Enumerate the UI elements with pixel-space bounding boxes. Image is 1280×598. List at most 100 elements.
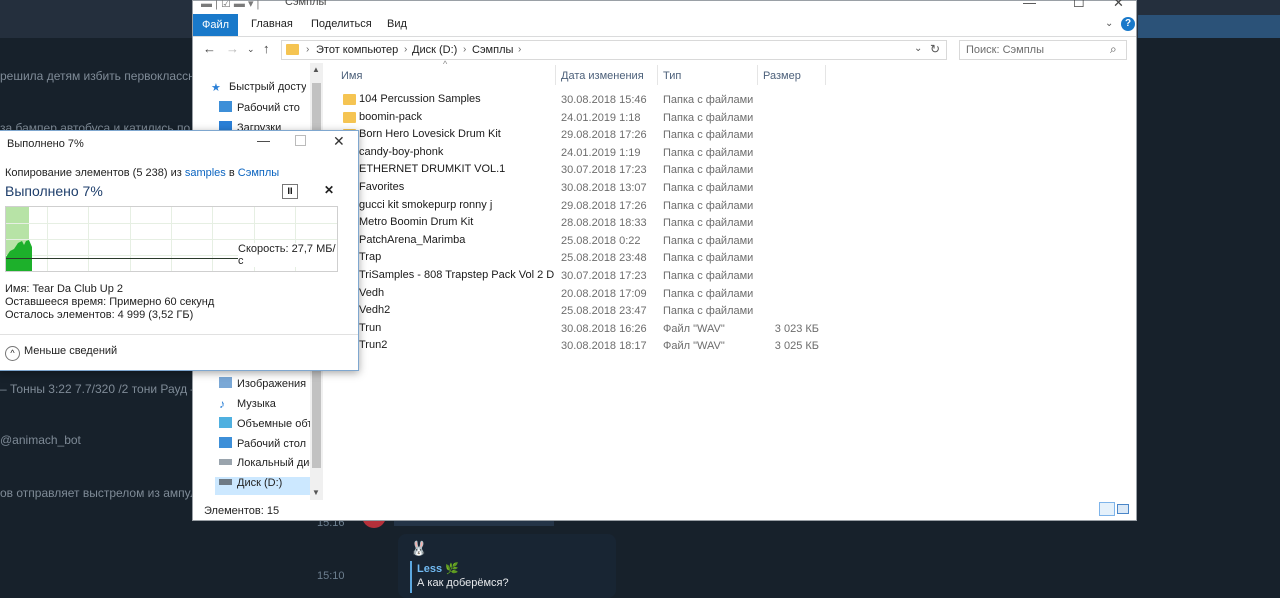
tab-file[interactable]: Файл <box>193 14 238 36</box>
time-remaining: Оставшееся время: Примерно 60 секунд <box>5 296 215 308</box>
file-row[interactable]: Trun2 30.08.2018 18:17 Файл "WAV" 3 025 КБ <box>341 337 831 355</box>
close-icon[interactable]: ✕ <box>333 133 345 150</box>
file-type: Папка с файлами <box>663 94 754 106</box>
chevron-up-icon: ^ <box>5 346 20 361</box>
nav-item-desktop-2[interactable]: Рабочий стол <box>219 437 314 455</box>
progress-heading: Выполнено 7% <box>5 183 103 199</box>
nav-item-music[interactable]: ♪ Музыка <box>219 397 314 415</box>
scroll-up-icon[interactable]: ▲ <box>312 65 320 74</box>
column-header-date[interactable]: Дата изменения <box>561 70 644 82</box>
quick-access-toolbar-icon[interactable]: ▬ | ☑ ▬ ▾ | <box>201 0 259 10</box>
column-divider[interactable] <box>825 65 826 85</box>
minimize-icon[interactable]: — <box>1023 0 1036 10</box>
chat-snippet[interactable]: – Тонны 3:22 7.7/320 /2 тони Рауд – Д <box>0 382 209 396</box>
nav-item-desktop[interactable]: Рабочий сто <box>219 101 314 119</box>
file-name: gucci kit smokepurp ronny j <box>359 198 493 211</box>
scroll-down-icon[interactable]: ▼ <box>312 488 320 497</box>
file-row[interactable]: ETHERNET DRUMKIT VOL.1 30.07.2018 17:23 Па… <box>341 161 831 179</box>
file-row[interactable]: Metro Boomin Drum Kit 28.08.2018 18:33 Пап… <box>341 214 831 232</box>
nav-item-3d-objects[interactable]: Объемные объ <box>219 417 314 435</box>
details-view-icon[interactable] <box>1099 502 1115 516</box>
file-row[interactable]: Trun 30.08.2018 16:26 Файл "WAV" 3 023 КБ <box>341 320 831 338</box>
breadcrumb-disk-d[interactable]: Диск (D:) <box>412 44 457 56</box>
recent-locations-chevron-icon[interactable]: ⌄ <box>247 44 255 55</box>
nav-item-disk-d[interactable]: Диск (D:) <box>215 477 310 495</box>
cancel-icon[interactable]: ✕ <box>324 183 334 197</box>
copy-mid: в <box>225 167 238 179</box>
destination-link[interactable]: Сэмплы <box>238 167 279 179</box>
pause-button[interactable]: II <box>282 184 298 199</box>
file-row[interactable]: candy-boy-phonk 24.01.2019 1:19 Папка с фа… <box>341 144 831 162</box>
file-date: 29.08.2018 17:26 <box>561 129 647 142</box>
file-row[interactable]: Born Hero Lovesick Drum Kit 29.08.2018 17… <box>341 126 831 144</box>
large-icons-view-icon[interactable] <box>1117 504 1129 514</box>
file-type: Файл "WAV" <box>663 340 725 353</box>
address-bar[interactable]: › Этот компьютер › Диск (D:) › Сэмплы › … <box>281 40 947 60</box>
file-row[interactable]: gucci kit smokepurp ronny j 29.08.2018 17… <box>341 197 831 215</box>
forward-arrow-icon[interactable]: → <box>226 41 239 56</box>
minimize-icon[interactable]: — <box>257 133 270 148</box>
file-row[interactable]: TriSamples - 808 Trapstep Pack Vol 2 De.… <box>341 267 831 285</box>
folder-icon <box>343 111 356 123</box>
breadcrumb-this-pc[interactable]: Этот компьютер <box>316 44 398 56</box>
items-remaining: Осталось элементов: 4 999 (3,52 ГБ) <box>5 309 194 321</box>
back-arrow-icon[interactable]: ← <box>203 41 216 56</box>
file-row[interactable]: boomin-pack 24.01.2019 1:18 Папка с файлам… <box>341 109 831 127</box>
source-link[interactable]: samples <box>185 167 226 179</box>
column-divider[interactable] <box>657 65 658 85</box>
file-row[interactable]: Vedh2 25.08.2018 23:47 Папка с файлами <box>341 302 831 320</box>
file-row[interactable]: Favorites 30.08.2018 13:07 Папка с файлами <box>341 179 831 197</box>
file-row[interactable]: PatchArena_Marimba 25.08.2018 0:22 Папка с… <box>341 232 831 250</box>
column-header-name[interactable]: Имя <box>341 70 362 82</box>
close-icon[interactable]: ✕ <box>1113 0 1124 11</box>
file-name: Metro Boomin Drum Kit <box>359 216 474 229</box>
breadcrumb-separator-icon[interactable]: › <box>306 44 309 55</box>
status-bar: Элементов: 15 <box>193 500 1136 520</box>
ribbon-expand-chevron-icon[interactable]: ⌄ <box>1105 18 1113 29</box>
file-date: 29.08.2018 17:26 <box>561 199 647 212</box>
chat-snippet[interactable]: решила детям избить первоклассни <box>0 69 201 83</box>
breadcrumb-separator-icon[interactable]: › <box>404 44 407 55</box>
file-row[interactable]: Vedh 20.08.2018 17:09 Папка с файлами <box>341 285 831 303</box>
3d-objects-icon <box>219 417 232 428</box>
file-date: 25.08.2018 23:48 <box>561 252 647 265</box>
nav-item-pictures[interactable]: Изображения <box>219 377 314 395</box>
file-row[interactable]: 104 Percussion Samples 30.08.2018 15:46 Па… <box>341 91 831 109</box>
file-date: 25.08.2018 23:47 <box>561 305 647 318</box>
fewer-details-button[interactable]: ^ Меньше сведений <box>5 345 117 361</box>
maximize-icon[interactable] <box>295 135 306 146</box>
help-icon[interactable]: ? <box>1121 17 1135 31</box>
file-date: 30.07.2018 17:23 <box>561 164 647 177</box>
nav-item-label: Музыка <box>237 398 276 410</box>
tab-share[interactable]: Поделиться <box>311 18 372 30</box>
file-row[interactable]: Trap 25.08.2018 23:48 Папка с файлами <box>341 249 831 267</box>
file-type: Папка с файлами <box>663 252 754 265</box>
nav-item-local-disk[interactable]: Локальный дис <box>219 457 314 475</box>
divider <box>0 334 358 335</box>
nav-item-label: Рабочий стол <box>237 438 307 450</box>
column-divider[interactable] <box>757 65 758 85</box>
nav-item-quick-access[interactable]: ★ Быстрый доступ <box>211 81 306 99</box>
file-date: 30.08.2018 16:26 <box>561 322 647 335</box>
column-header-size[interactable]: Размер <box>763 70 801 82</box>
search-box[interactable]: Поиск: Сэмплы ⌕ <box>959 40 1127 60</box>
chat-snippet[interactable]: ов отправляет выстрелом из ампул <box>0 486 197 500</box>
column-header-type[interactable]: Тип <box>663 70 681 82</box>
music-icon: ♪ <box>219 397 225 411</box>
maximize-icon[interactable]: ☐ <box>1073 0 1085 11</box>
column-divider[interactable] <box>555 65 556 85</box>
chat-snippet[interactable]: @animach_bot <box>0 433 81 447</box>
tab-view[interactable]: Вид <box>387 18 407 30</box>
address-dropdown-icon[interactable]: ⌄ <box>914 43 922 54</box>
breadcrumb-separator-icon[interactable]: › <box>518 44 521 55</box>
up-arrow-icon[interactable]: ↑ <box>263 41 270 56</box>
title-bar: ▬ | ☑ ▬ ▾ | Сэмплы — ☐ ✕ <box>193 0 1136 14</box>
message-bubble[interactable]: 🐰 Less 🌿 А как доберёмся? <box>398 534 616 598</box>
tab-home[interactable]: Главная <box>251 18 293 30</box>
refresh-icon[interactable]: ↻ <box>930 42 940 56</box>
breadcrumb-separator-icon[interactable]: › <box>463 44 466 55</box>
breadcrumb-samples[interactable]: Сэмплы <box>472 44 513 56</box>
speed-graph: Скорость: 27,7 МБ/с <box>5 206 338 272</box>
file-name: candy-boy-phonk <box>359 145 444 158</box>
search-icon[interactable]: ⌕ <box>1110 42 1117 57</box>
